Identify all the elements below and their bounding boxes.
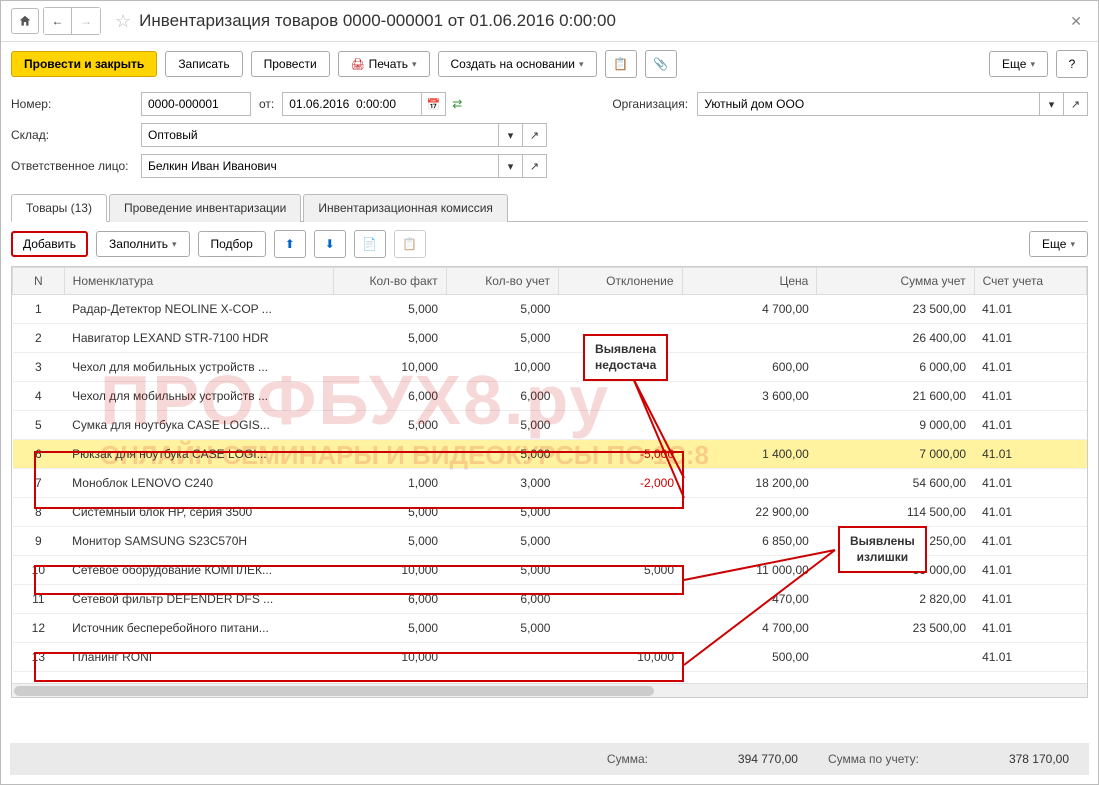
responsible-dropdown[interactable]: ▾ <box>499 154 523 178</box>
report-button[interactable]: 📋 <box>605 50 637 78</box>
sum-acc-label: Сумма по учету: <box>828 752 919 766</box>
table-row[interactable]: 3Чехол для мобильных устройств ...10,000… <box>13 353 1087 382</box>
sum-acc-value: 378 170,00 <box>949 752 1069 766</box>
number-input[interactable] <box>141 92 251 116</box>
attach-button[interactable]: 📎 <box>645 50 677 78</box>
table-row[interactable]: 5Сумка для ноутбука CASE LOGIS...5,0005,… <box>13 411 1087 440</box>
table-row[interactable]: 7Моноблок LENOVO C2401,0003,000-2,00018 … <box>13 469 1087 498</box>
save-button[interactable]: Записать <box>165 51 242 77</box>
paste-button[interactable]: 📋 <box>394 230 426 258</box>
org-label: Организация: <box>612 97 697 111</box>
callout-surplus: Выявленыизлишки <box>838 526 927 573</box>
footer-totals: Сумма: 394 770,00 Сумма по учету: 378 17… <box>10 743 1089 775</box>
commit-button[interactable]: Провести <box>251 51 330 77</box>
help-button[interactable]: ? <box>1056 50 1088 78</box>
org-dropdown[interactable]: ▾ <box>1040 92 1064 116</box>
commit-close-button[interactable]: Провести и закрыть <box>11 51 157 77</box>
table-row[interactable]: 13Планинг RONI10,00010,000500,0041.01 <box>13 643 1087 672</box>
col-n[interactable]: N <box>13 268 65 295</box>
from-label: от: <box>259 97 274 111</box>
move-down-button[interactable]: ⬇ <box>314 230 346 258</box>
printer-icon: 🖨 <box>351 58 365 71</box>
calendar-button[interactable] <box>422 92 446 116</box>
favorite-icon[interactable]: ☆ <box>115 11 131 32</box>
org-open[interactable]: ↗ <box>1064 92 1088 116</box>
col-nom[interactable]: Номенклатура <box>64 268 334 295</box>
inventory-table: N Номенклатура Кол-во факт Кол-во учет О… <box>12 267 1087 672</box>
responsible-open[interactable]: ↗ <box>523 154 547 178</box>
col-acc[interactable]: Счет учета <box>974 268 1086 295</box>
date-input[interactable] <box>282 92 422 116</box>
forward-button[interactable]: → <box>72 8 100 34</box>
tab-carrying[interactable]: Проведение инвентаризации <box>109 194 301 222</box>
sum-label: Сумма: <box>607 752 648 766</box>
warehouse-label: Склад: <box>11 128 141 142</box>
col-dev[interactable]: Отклонение <box>558 268 682 295</box>
select-button[interactable]: Подбор <box>198 231 266 257</box>
tab-goods[interactable]: Товары (13) <box>11 194 107 222</box>
callout-shortage: Выявленанедостача <box>583 334 668 381</box>
create-from-button[interactable]: Создать на основании▾ <box>438 51 597 77</box>
table-more-button[interactable]: Еще▾ <box>1029 231 1088 257</box>
warehouse-open[interactable]: ↗ <box>523 123 547 147</box>
home-icon <box>18 14 32 28</box>
col-qa[interactable]: Кол-во учет <box>446 268 558 295</box>
paperclip-icon: 📎 <box>653 57 668 71</box>
table-row[interactable]: 2Навигатор LEXAND STR-7100 HDR5,0005,000… <box>13 324 1087 353</box>
table-row[interactable]: 8Системный блок HP, серия 35005,0005,000… <box>13 498 1087 527</box>
fill-button[interactable]: Заполнить▾ <box>96 231 189 257</box>
window-title: Инвентаризация товаров 0000-000001 от 01… <box>139 11 616 31</box>
h-scrollbar[interactable] <box>12 683 1087 697</box>
table-row[interactable]: 6Рюкзак для ноутбука CASE LOGI...5,000-5… <box>13 440 1087 469</box>
close-button[interactable]: ✕ <box>1064 11 1088 32</box>
home-button[interactable] <box>11 8 39 34</box>
col-qf[interactable]: Кол-во факт <box>334 268 446 295</box>
tab-commission[interactable]: Инвентаризационная комиссия <box>303 194 508 222</box>
org-input[interactable] <box>697 92 1040 116</box>
warehouse-input[interactable] <box>141 123 499 147</box>
back-button[interactable]: ← <box>44 8 72 34</box>
copy-button[interactable]: 📄 <box>354 230 386 258</box>
sum-value: 394 770,00 <box>678 752 798 766</box>
more-button[interactable]: Еще▾ <box>989 51 1048 77</box>
col-price[interactable]: Цена <box>682 268 817 295</box>
responsible-label: Ответственное лицо: <box>11 159 141 173</box>
print-button[interactable]: 🖨Печать▾ <box>338 51 430 77</box>
col-sum[interactable]: Сумма учет <box>817 268 974 295</box>
table-row[interactable]: 1Радар-Детектор NEOLINE X-COP ...5,0005,… <box>13 295 1087 324</box>
move-up-button[interactable]: ⬆ <box>274 230 306 258</box>
table-row[interactable]: 4Чехол для мобильных устройств ...6,0006… <box>13 382 1087 411</box>
add-button[interactable]: Добавить <box>11 231 88 257</box>
table-row[interactable]: 11Сетевой фильтр DEFENDER DFS ...6,0006,… <box>13 585 1087 614</box>
link-icon[interactable]: ⇄ <box>452 97 462 111</box>
number-label: Номер: <box>11 97 141 111</box>
responsible-input[interactable] <box>141 154 499 178</box>
table-row[interactable]: 12Источник бесперебойного питани...5,000… <box>13 614 1087 643</box>
warehouse-dropdown[interactable]: ▾ <box>499 123 523 147</box>
